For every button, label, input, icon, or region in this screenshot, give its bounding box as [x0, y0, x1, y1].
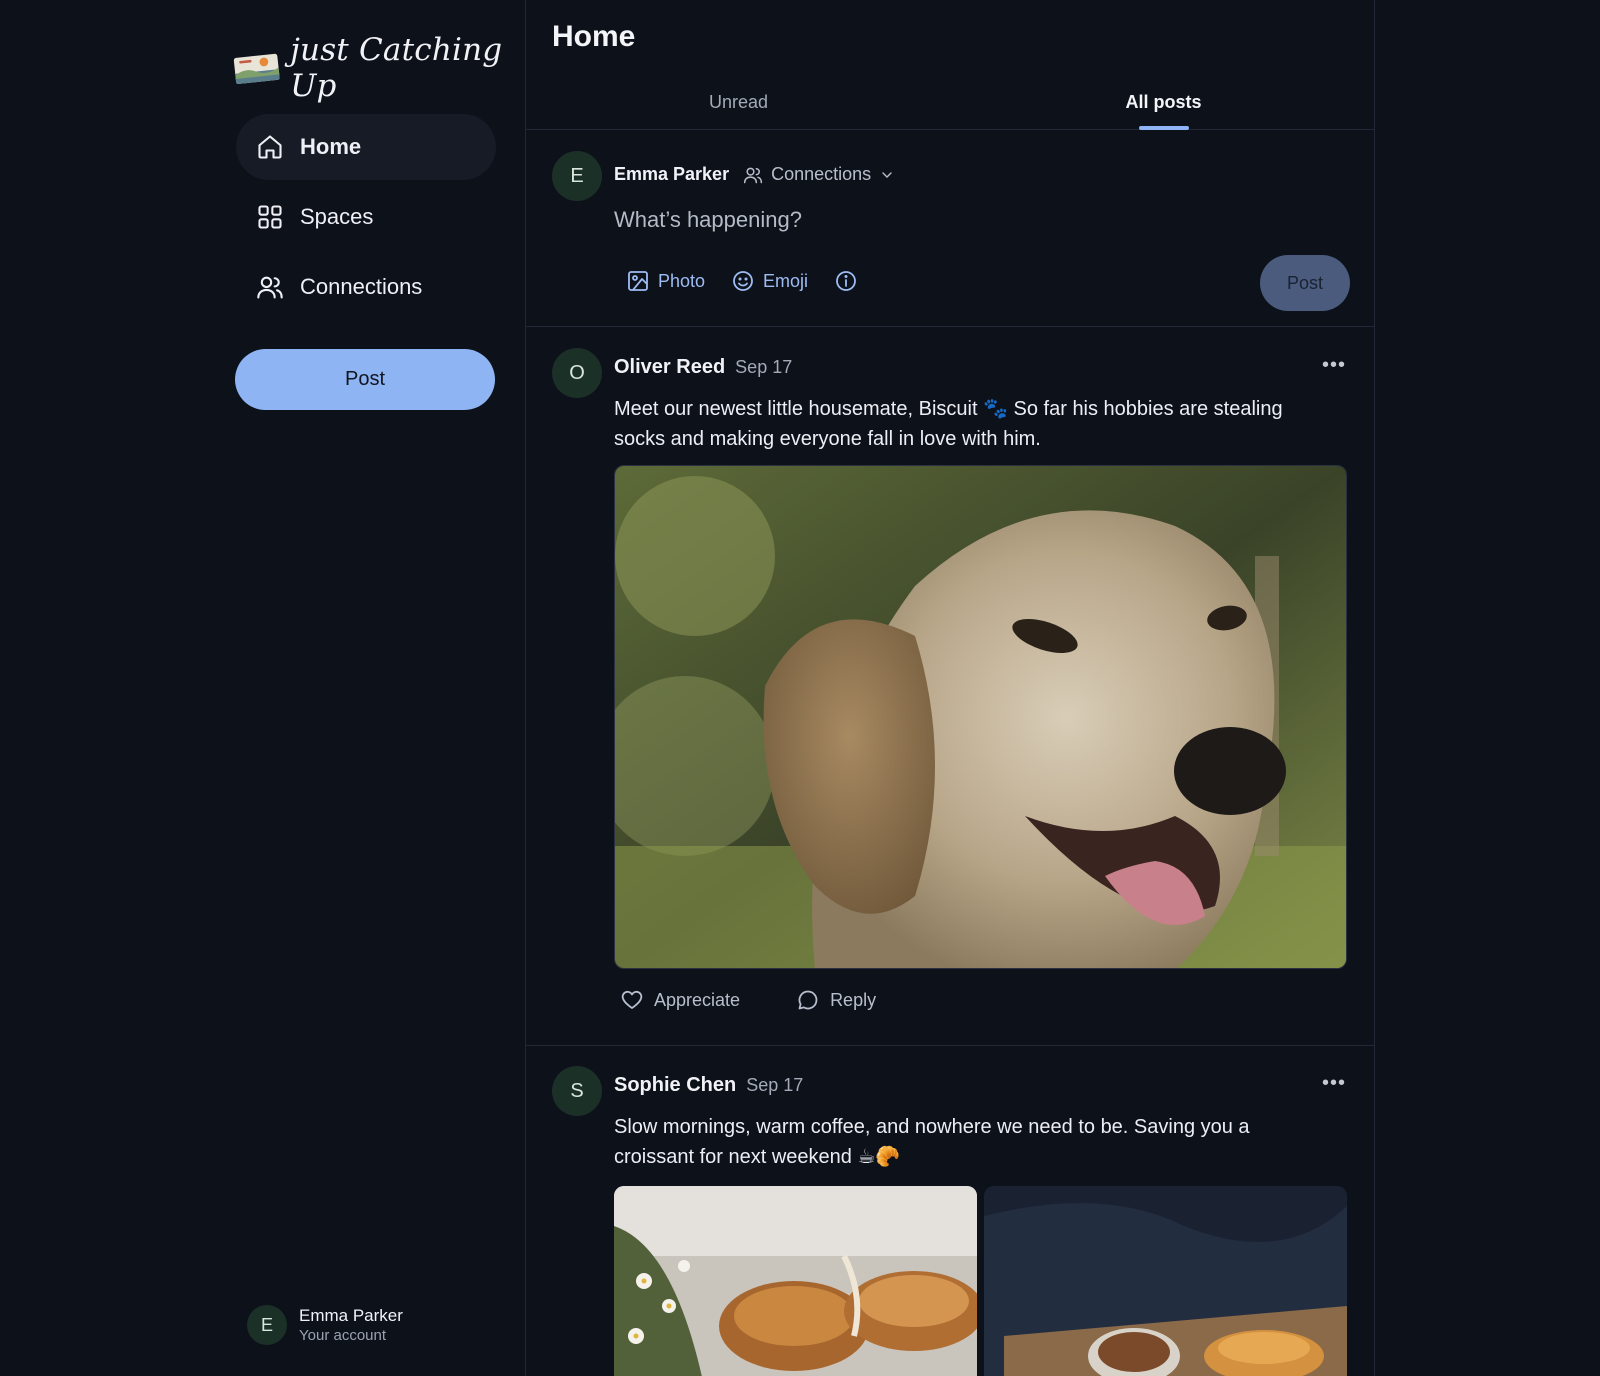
post-text: Slow mornings, warm coffee, and nowhere …: [614, 1116, 1250, 1168]
post-photo-breakfast[interactable]: [984, 1186, 1347, 1376]
avatar: E: [552, 151, 602, 201]
feed-tabs: Unread All posts: [526, 78, 1374, 130]
reply-label: Reply: [830, 989, 877, 1010]
smiley-icon: [733, 271, 753, 291]
sidebar-item-spaces[interactable]: Spaces: [236, 184, 496, 250]
composer-post-button[interactable]: Post: [1260, 255, 1350, 311]
people-icon: [743, 167, 763, 183]
sidebar-nav: Home Spaces Connections: [236, 114, 496, 324]
grid-icon: [258, 205, 282, 229]
post-text: Meet our newest little housemate, Biscui…: [614, 398, 1283, 450]
sidebar-item-label: Spaces: [300, 204, 374, 229]
breakfast-photo: [984, 1186, 1347, 1376]
audience-label: Connections: [771, 164, 872, 184]
tab-all-posts[interactable]: All posts: [951, 78, 1374, 129]
tab-unread[interactable]: Unread: [526, 78, 951, 129]
sidebar-item-home[interactable]: Home: [236, 114, 496, 180]
post-header: Sophie Chen Sep 17: [614, 1074, 803, 1097]
appreciate-button[interactable]: Appreciate: [620, 988, 740, 1012]
photo-button[interactable]: Photo: [626, 269, 705, 293]
croissants-photo: [614, 1186, 977, 1376]
chevron-down-icon: [882, 171, 892, 178]
composer-author: Emma Parker: [614, 164, 730, 184]
avatar[interactable]: O: [552, 348, 602, 398]
brand-logo[interactable]: just Catching Up: [233, 32, 525, 104]
post-author[interactable]: Sophie Chen: [614, 1074, 736, 1097]
post-photo-grid: [614, 1186, 1347, 1376]
account-switcher[interactable]: E Emma Parker Your account: [247, 1305, 403, 1345]
dog-photo: [615, 466, 1346, 968]
post-card: O Oliver Reed Sep 17 ••• Meet our newest…: [526, 328, 1374, 1046]
main-feed: Home Unread All posts E Emma Parker Conn…: [525, 0, 1375, 1376]
composer-input[interactable]: [614, 207, 1314, 233]
image-icon: [628, 271, 648, 291]
post-header: Oliver Reed Sep 17: [614, 356, 792, 379]
post-composer: E Emma Parker Connections What’s happeni…: [526, 131, 1374, 327]
page-title: Home: [552, 20, 636, 53]
heart-icon: [621, 990, 643, 1009]
app-root: just Catching Up Home Spaces Connections…: [0, 0, 1600, 1376]
more-options-icon[interactable]: •••: [1322, 1072, 1346, 1095]
composer-toolbar: Photo Emoji: [626, 269, 858, 293]
sidebar: just Catching Up Home Spaces Connections…: [0, 0, 525, 1376]
info-button[interactable]: [834, 269, 858, 293]
post-actions: Appreciate Reply: [620, 988, 876, 1012]
account-name: Emma Parker: [299, 1306, 403, 1325]
sidebar-item-label: Connections: [300, 274, 423, 299]
post-date: Sep 17: [746, 1075, 804, 1095]
comment-icon: [798, 990, 818, 1010]
post-photo-dog[interactable]: [614, 465, 1347, 969]
sidebar-item-connections[interactable]: Connections: [236, 254, 496, 320]
sidebar-item-label: Home: [300, 134, 362, 159]
avatar[interactable]: S: [552, 1066, 602, 1116]
photo-label: Photo: [658, 270, 706, 291]
composer-header: Emma Parker Connections: [614, 164, 895, 185]
more-options-icon[interactable]: •••: [1322, 354, 1346, 377]
avatar: E: [247, 1305, 287, 1345]
post-author[interactable]: Oliver Reed: [614, 356, 725, 379]
brand-name: just Catching Up: [290, 32, 503, 104]
postcard-logo-icon: [233, 53, 280, 85]
home-icon: [258, 135, 282, 159]
account-info: Emma Parker Your account: [299, 1306, 403, 1344]
post-photo-croissants[interactable]: [614, 1186, 977, 1376]
account-subtitle: Your account: [299, 1327, 387, 1344]
audience-dropdown[interactable]: Connections: [743, 164, 895, 185]
emoji-label: Emoji: [763, 270, 809, 291]
post-date: Sep 17: [735, 357, 793, 377]
emoji-button[interactable]: Emoji: [731, 269, 808, 293]
appreciate-label: Appreciate: [654, 989, 741, 1010]
info-icon: [836, 271, 856, 291]
reply-button[interactable]: Reply: [796, 988, 876, 1012]
people-icon: [257, 276, 283, 299]
sidebar-post-button[interactable]: Post: [235, 349, 495, 410]
